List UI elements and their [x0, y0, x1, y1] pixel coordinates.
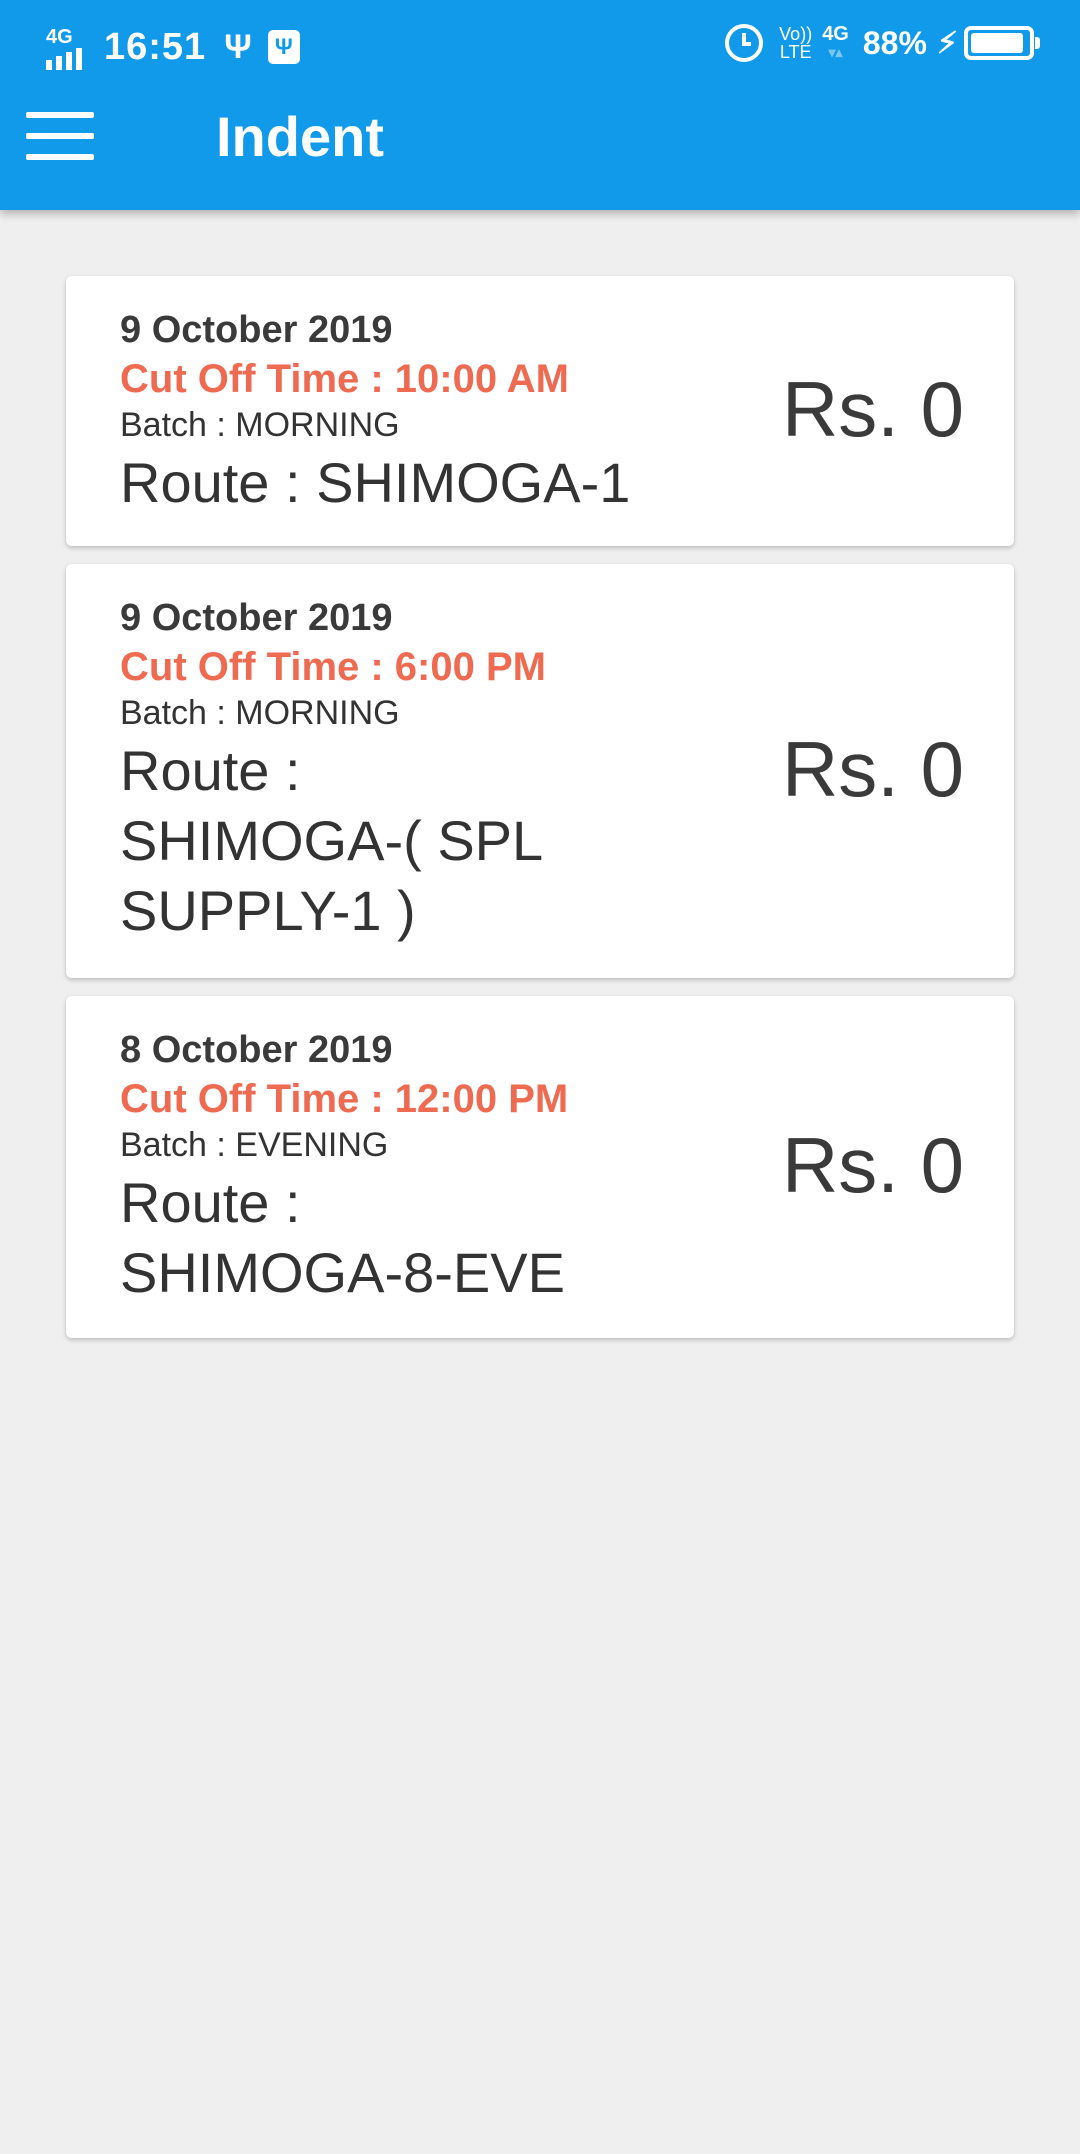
route-label: Route : SHIMOGA-1 — [120, 451, 631, 514]
cutoff-time: Cut Off Time : 6:00 PM — [120, 645, 546, 689]
page-title: Indent — [216, 105, 384, 168]
route-label: Route : SHIMOGA-( SPL SUPPLY-1 ) — [120, 739, 542, 942]
batch-label: Batch : MORNING — [120, 406, 400, 444]
indent-amount: Rs. 0 — [781, 1121, 964, 1209]
indent-date: 9 October 2019 — [120, 309, 393, 351]
usb-icon: Ψ — [224, 27, 252, 66]
data-type-label: 4G — [822, 23, 849, 45]
battery-icon — [964, 26, 1040, 60]
app-bar: 4G 16:51 Ψ Ψ Vo)) LTE 4G ▾▴ 88% ⚡︎ Inden… — [0, 0, 1080, 210]
hamburger-menu-icon[interactable] — [26, 112, 96, 162]
volte-bottom-label: LTE — [779, 42, 812, 62]
indent-card[interactable]: 9 October 2019 Cut Off Time : 10:00 AM B… — [66, 276, 1014, 546]
cutoff-time: Cut Off Time : 12:00 PM — [120, 1077, 569, 1121]
indent-date: 8 October 2019 — [120, 1029, 393, 1071]
network-type-label: 4G — [46, 26, 73, 48]
volte-icon: Vo)) LTE — [779, 25, 812, 61]
cutoff-time: Cut Off Time : 10:00 AM — [120, 357, 569, 401]
signal-icon: 4G — [46, 24, 88, 70]
volte-top-label: Vo)) — [779, 24, 813, 44]
indent-card[interactable]: 9 October 2019 Cut Off Time : 6:00 PM Ba… — [66, 564, 1014, 978]
battery-percent: 88% — [862, 24, 927, 61]
indent-date: 9 October 2019 — [120, 597, 393, 639]
status-bar: 4G 16:51 Ψ Ψ Vo)) LTE 4G ▾▴ 88% ⚡︎ — [0, 0, 1080, 96]
usb-debug-icon: Ψ — [267, 30, 300, 64]
indent-amount: Rs. 0 — [781, 725, 964, 813]
batch-label: Batch : MORNING — [120, 694, 400, 732]
batch-label: Batch : EVENING — [120, 1126, 389, 1164]
indent-amount: Rs. 0 — [781, 365, 964, 453]
alarm-icon — [725, 24, 764, 62]
indent-card[interactable]: 8 October 2019 Cut Off Time : 12:00 PM B… — [66, 996, 1014, 1338]
route-label: Route : SHIMOGA-8-EVE — [120, 1171, 565, 1304]
bolt-icon: ⚡︎ — [936, 26, 958, 60]
clock: 16:51 — [104, 25, 207, 68]
mobile-data-icon: 4G ▾▴ — [822, 23, 849, 60]
